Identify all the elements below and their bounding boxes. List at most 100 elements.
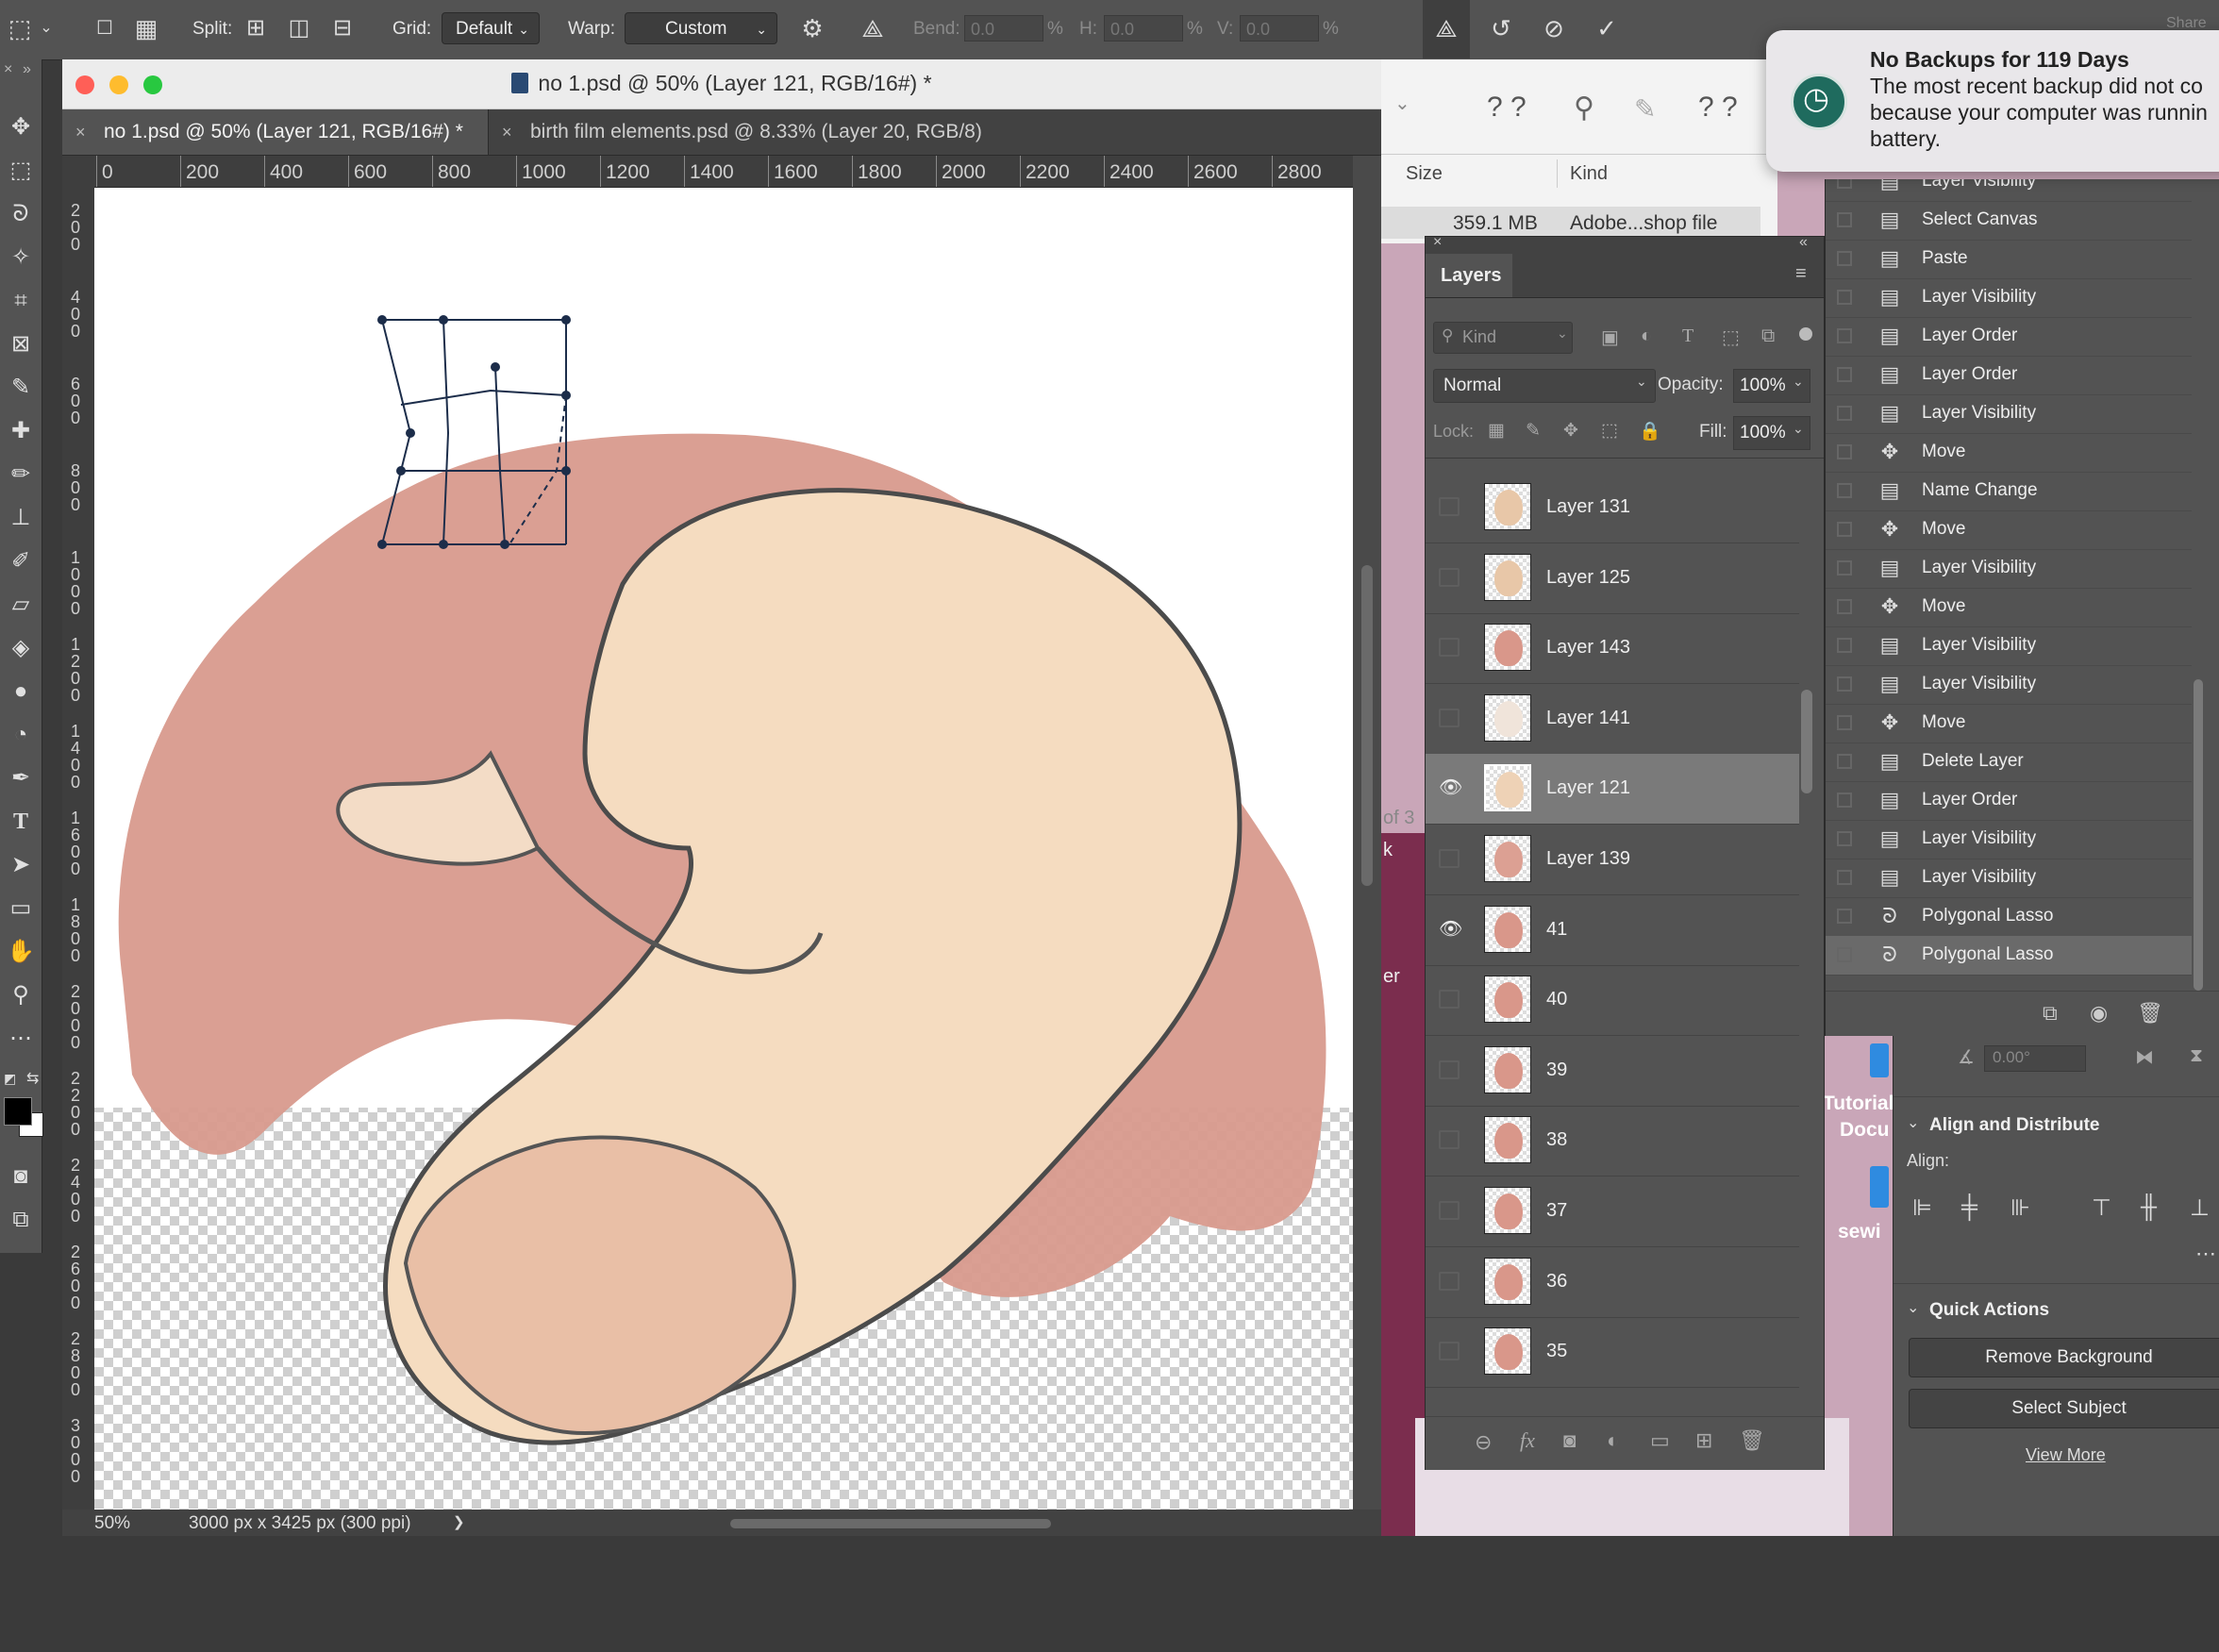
tab-birth-film-elements[interactable]: × birth film elements.psd @ 8.33% (Layer… (489, 109, 1093, 155)
visibility-eye-icon[interactable]: 👁 (1439, 920, 1462, 939)
warp-tool-icon[interactable]: ⬚ (6, 14, 34, 42)
v-input[interactable]: 0.0 (1240, 15, 1319, 42)
visibility-toggle[interactable] (1439, 1060, 1460, 1079)
brush-tool-icon[interactable]: ✏ (6, 459, 36, 490)
history-brush-source-box[interactable] (1837, 638, 1852, 653)
history-state-row[interactable]: ▤ Layer Visibility (1826, 394, 2192, 434)
lock-position-icon[interactable]: ✥ (1563, 420, 1578, 442)
layer-row[interactable]: Layer 131 (1426, 473, 1799, 543)
history-brush-source-box[interactable] (1837, 560, 1852, 576)
history-state-row[interactable]: ✥ Move (1826, 588, 2192, 627)
vertical-scrollbar[interactable] (1353, 188, 1381, 1510)
filter-pixel-icon[interactable]: ▣ (1601, 325, 1619, 349)
scrollbar-thumb[interactable] (1361, 565, 1373, 886)
layer-thumbnail[interactable] (1484, 483, 1531, 530)
camera-snapshot-icon[interactable]: ◉ (2090, 1001, 2108, 1026)
align-right-icon[interactable]: ⊪ (2010, 1194, 2030, 1222)
layer-row[interactable]: 👁 41 (1426, 895, 1799, 966)
visibility-toggle[interactable] (1439, 990, 1460, 1010)
healing-brush-tool-icon[interactable]: ✚ (6, 416, 36, 446)
history-state-row[interactable]: ▤ Layer Visibility (1826, 859, 2192, 898)
layer-thumbnail[interactable] (1484, 1257, 1531, 1305)
move-tool-icon[interactable]: ✥ (6, 112, 36, 142)
visibility-toggle[interactable] (1439, 1271, 1460, 1291)
lock-pixels-icon[interactable]: ✎ (1526, 420, 1541, 442)
history-brush-tool-icon[interactable]: ✐ (6, 546, 36, 576)
crop-tool-icon[interactable]: ⌗ (6, 286, 36, 316)
visibility-toggle[interactable] (1439, 497, 1460, 516)
default-colors-icon[interactable]: ◩ (4, 1071, 16, 1087)
fill-input[interactable]: 100% ⌄ (1733, 416, 1810, 450)
frame-tool-icon[interactable]: ⊠ (6, 329, 36, 359)
history-brush-source-box[interactable] (1837, 444, 1852, 459)
history-state-row[interactable]: ▤ Layer Visibility (1826, 179, 2192, 202)
remove-background-button[interactable]: Remove Background (1909, 1338, 2219, 1377)
panel-menu-icon[interactable]: ≡ (1795, 263, 1807, 285)
angle-input[interactable]: 0.00° (1984, 1045, 2086, 1072)
history-state-row[interactable]: ✥ Move (1826, 433, 2192, 473)
filter-shape-icon[interactable]: ⬚ (1722, 325, 1740, 349)
adjustment-layer-icon[interactable]: ◐ (1607, 1428, 1619, 1453)
path-selection-tool-icon[interactable]: ➤ (6, 850, 36, 880)
flip-horizontal-icon[interactable]: ⧓ (2135, 1045, 2154, 1069)
status-menu-arrow[interactable]: ❯ (453, 1513, 465, 1530)
horizontal-scrollbar-thumb[interactable] (730, 1519, 1051, 1528)
screen-mode-icon[interactable]: ⧉ (6, 1205, 36, 1235)
close-icon[interactable]: × (4, 61, 12, 78)
new-document-from-state-icon[interactable]: ⧉ (2043, 1001, 2058, 1026)
layer-thumbnail[interactable] (1484, 764, 1531, 812)
history-brush-source-box[interactable] (1837, 328, 1852, 343)
ruler-origin[interactable] (62, 156, 94, 187)
help-icon[interactable]: ? ? (1698, 92, 1738, 124)
history-brush-source-box[interactable] (1837, 870, 1852, 885)
column-header-kind[interactable]: Kind (1570, 163, 1608, 185)
desktop-item-label[interactable]: Tutorial (1823, 1093, 1894, 1115)
more-tools-icon[interactable]: ⋯ (6, 1024, 36, 1054)
gear-icon[interactable]: ⚙ (798, 14, 826, 42)
history-state-row[interactable]: ᘐ Polygonal Lasso (1826, 897, 2192, 937)
action-icon[interactable]: ✎ (1634, 93, 1656, 125)
add-mask-icon[interactable]: ◙ (1563, 1428, 1576, 1453)
layer-thumbnail[interactable] (1484, 1327, 1531, 1376)
align-top-icon[interactable]: ⊤ (2092, 1194, 2111, 1222)
layer-list[interactable]: Layer 131 Layer 125 Layer 143 Layer 141 👁 Lay… (1426, 473, 1799, 1652)
history-brush-source-box[interactable] (1837, 483, 1852, 498)
history-brush-source-box[interactable] (1837, 179, 1852, 189)
layer-filter-select[interactable]: ⚲ Kind ⌄ (1433, 322, 1573, 354)
rectangle-tool-icon[interactable]: ▭ (6, 893, 36, 924)
zoom-level[interactable]: 50% (94, 1513, 130, 1534)
layer-thumbnail[interactable] (1484, 835, 1531, 882)
layer-thumbnail[interactable] (1484, 1187, 1531, 1234)
split-horizontal-icon[interactable]: ⊟ (328, 14, 357, 42)
history-brush-source-box[interactable] (1837, 831, 1852, 846)
history-brush-source-box[interactable] (1837, 947, 1852, 962)
blend-mode-select[interactable]: Normal ⌄ (1433, 369, 1656, 403)
layer-style-fx-icon[interactable]: fx (1520, 1428, 1535, 1453)
opacity-input[interactable]: 100% ⌄ (1733, 369, 1810, 403)
grid-select[interactable]: Default ⌄ (442, 12, 540, 44)
align-section-title[interactable]: Align and Distribute (1929, 1115, 2100, 1136)
magic-wand-tool-icon[interactable]: ✧ (6, 242, 36, 273)
filter-toggle[interactable] (1799, 327, 1812, 341)
layer-thumbnail[interactable] (1484, 905, 1531, 953)
history-state-row[interactable]: ▤ Layer Order (1826, 356, 2192, 395)
collapse-icon[interactable]: « (1799, 234, 1808, 251)
paint-bucket-tool-icon[interactable]: ◈ (6, 633, 36, 663)
history-brush-source-box[interactable] (1837, 599, 1852, 614)
history-state-row[interactable]: ▤ Name Change (1826, 472, 2192, 511)
layer-row[interactable]: 36 (1426, 1247, 1799, 1318)
filter-smart-object-icon[interactable]: ⧉ (1761, 325, 1775, 347)
lock-transparent-icon[interactable]: ▦ (1488, 420, 1505, 442)
history-state-row[interactable]: ▤ Layer Visibility (1826, 820, 2192, 859)
commit-check-icon[interactable]: ✓ (1593, 14, 1621, 42)
lock-all-icon[interactable]: 🔒 (1639, 420, 1661, 442)
history-state-row[interactable]: ▤ Delete Layer (1826, 743, 2192, 782)
layer-thumbnail[interactable] (1484, 1045, 1531, 1093)
layer-row[interactable]: 👁 Layer 121 (1426, 754, 1799, 826)
history-state-row[interactable]: ▤ Layer Order (1826, 317, 2192, 357)
history-brush-source-box[interactable] (1837, 715, 1852, 730)
more-options-icon[interactable]: ⋯ (2195, 1242, 2216, 1266)
quick-mask-icon[interactable]: ◙ (6, 1161, 36, 1192)
history-state-row[interactable]: ✥ Move (1826, 510, 2192, 550)
history-brush-source-box[interactable] (1837, 676, 1852, 692)
